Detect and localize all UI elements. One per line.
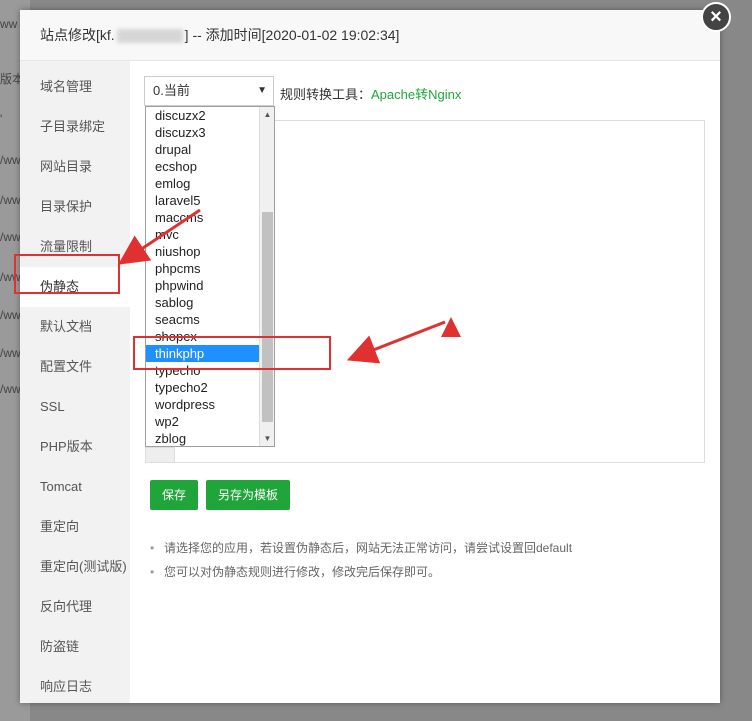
dialog-title-prefix: 站点修改[kf. — [40, 27, 115, 43]
settings-sidebar: 域名管理 子目录绑定 网站目录 目录保护 流量限制 伪静态 默认文档 配置文件 … — [20, 61, 130, 703]
dialog-title-bar: 站点修改[kf. ] -- 添加时间[2020-01-02 19:02:34] — [20, 10, 720, 61]
tip-text: 请选择您的应用，若设置伪静态后，网站无法正常访问，请尝试设置回default — [164, 541, 573, 555]
sidebar-item-redirect-beta[interactable]: 重定向(测试版) — [20, 547, 130, 587]
dialog-title-suffix: ] -- 添加时间[2020-01-02 19:02:34] — [184, 27, 400, 43]
sidebar-item-hotlink[interactable]: 防盗链 — [20, 627, 130, 667]
annotation-box-rewrite — [14, 254, 120, 294]
rewrite-tips: • 请选择您的应用，若设置伪静态后，网站无法正常访问，请尝试设置回default … — [150, 536, 710, 584]
rewrite-template-select[interactable]: 0.当前 ▼ — [144, 76, 274, 106]
option-mvc[interactable]: mvc — [146, 226, 259, 243]
close-button[interactable]: × — [701, 2, 731, 32]
option-wp2[interactable]: wp2 — [146, 413, 259, 430]
rule-convert-tool: 规则转换工具：Apache转Nginx — [280, 84, 461, 103]
option-phpwind[interactable]: phpwind — [146, 277, 259, 294]
sidebar-item-config-file[interactable]: 配置文件 — [20, 347, 130, 387]
scroll-thumb[interactable] — [262, 212, 273, 422]
annotation-box-thinkphp — [133, 336, 331, 370]
option-seacms[interactable]: seacms — [146, 311, 259, 328]
sidebar-item-php-version[interactable]: PHP版本 — [20, 427, 130, 467]
option-emlog[interactable]: emlog — [146, 175, 259, 192]
options-scrollbar[interactable]: ▲ ▼ — [259, 107, 274, 446]
option-sablog[interactable]: sablog — [146, 294, 259, 311]
save-as-template-button[interactable]: 另存为模板 — [206, 480, 291, 510]
option-maccms[interactable]: maccms — [146, 209, 259, 226]
tip-item: • 请选择您的应用，若设置伪静态后，网站无法正常访问，请尝试设置回default — [150, 536, 710, 560]
option-typecho2[interactable]: typecho2 — [146, 379, 259, 396]
sidebar-item-dir-protect[interactable]: 目录保护 — [20, 187, 130, 227]
apache-to-nginx-link[interactable]: Apache转Nginx — [371, 87, 461, 102]
save-button[interactable]: 保存 — [150, 480, 199, 510]
sidebar-item-subdirectory[interactable]: 子目录绑定 — [20, 107, 130, 147]
sidebar-item-response-log[interactable]: 响应日志 — [20, 667, 130, 707]
select-value: 0.当前 — [153, 83, 190, 98]
option-drupal[interactable]: drupal — [146, 141, 259, 158]
tip-item: • 您可以对伪静态规则进行修改，修改完后保存即可。 — [150, 560, 710, 584]
bullet-icon: • — [150, 541, 155, 555]
sidebar-item-site-directory[interactable]: 网站目录 — [20, 147, 130, 187]
sidebar-item-domain[interactable]: 域名管理 — [20, 67, 130, 107]
option-niushop[interactable]: niushop — [146, 243, 259, 260]
scroll-down-icon[interactable]: ▼ — [260, 431, 274, 446]
option-discuzx2[interactable]: discuzx2 — [146, 107, 259, 124]
rule-convert-label: 规则转换工具： — [280, 87, 372, 102]
option-wordpress[interactable]: wordpress — [146, 396, 259, 413]
sidebar-item-tomcat[interactable]: Tomcat — [20, 467, 130, 507]
editor-scrollbar[interactable] — [145, 447, 175, 463]
option-zblog[interactable]: zblog — [146, 430, 259, 446]
bullet-icon: • — [150, 565, 155, 579]
sidebar-item-ssl[interactable]: SSL — [20, 387, 130, 427]
rewrite-options-list[interactable]: discuzx2 discuzx3 drupal ecshop emlog la… — [145, 106, 275, 447]
sidebar-item-default-doc[interactable]: 默认文档 — [20, 307, 130, 347]
sidebar-item-reverse-proxy[interactable]: 反向代理 — [20, 587, 130, 627]
scroll-up-icon[interactable]: ▲ — [260, 107, 274, 122]
option-ecshop[interactable]: ecshop — [146, 158, 259, 175]
option-phpcms[interactable]: phpcms — [146, 260, 259, 277]
sidebar-item-redirect[interactable]: 重定向 — [20, 507, 130, 547]
option-discuzx3[interactable]: discuzx3 — [146, 124, 259, 141]
option-laravel5[interactable]: laravel5 — [146, 192, 259, 209]
redacted-domain — [116, 29, 183, 44]
dialog-title: 站点修改[kf. ] -- 添加时间[2020-01-02 19:02:34] — [40, 10, 399, 60]
tip-text: 您可以对伪静态规则进行修改，修改完后保存即可。 — [164, 565, 441, 579]
chevron-down-icon: ▼ — [257, 85, 267, 96]
